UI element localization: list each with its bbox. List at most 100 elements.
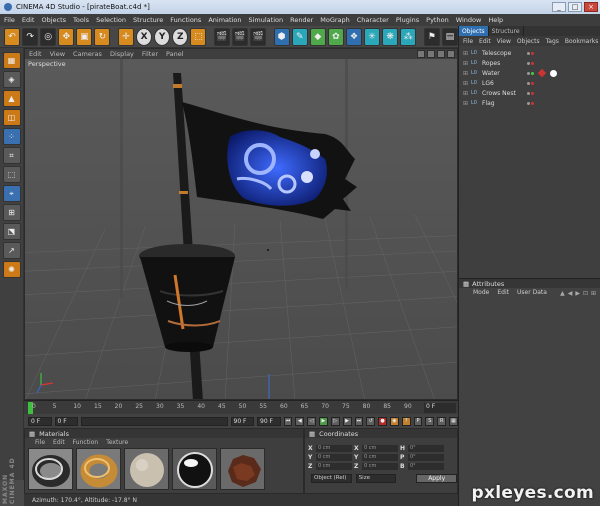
maximize-button[interactable]: □ (568, 2, 582, 12)
y-axis-icon[interactable]: Y (154, 27, 171, 46)
timeline-frame-field[interactable]: 0 F (424, 403, 456, 413)
menu-render[interactable]: Render (290, 16, 313, 24)
editor-visibility-dot[interactable] (527, 51, 530, 55)
lock-icon[interactable]: ⊡ (583, 290, 588, 297)
tab-objects[interactable]: Objects (459, 26, 489, 36)
objects-menu-tags[interactable]: Tags (546, 38, 559, 45)
hair-icon[interactable]: ⚑ (423, 27, 440, 46)
expand-icon[interactable]: ⊞ (463, 70, 468, 77)
menu-file[interactable]: File (4, 16, 15, 24)
material-chrome-ring[interactable] (28, 448, 73, 490)
next-frame-icon[interactable]: ▷ (330, 416, 340, 426)
menu-help[interactable]: Help (488, 16, 503, 24)
sculpt-icon[interactable]: ✺ (2, 261, 21, 278)
uv-mode-icon[interactable]: ⌖ (2, 185, 21, 202)
prev-frame-icon[interactable]: ◁ (307, 416, 317, 426)
size-field[interactable]: 0 cm (362, 454, 398, 461)
object-mode-icon[interactable]: ▲ (2, 90, 21, 107)
pan-icon[interactable] (417, 50, 425, 58)
render-visibility-dot[interactable] (531, 91, 534, 95)
visibility-dots[interactable] (527, 91, 534, 95)
goto-start-icon[interactable]: ⏮ (283, 416, 293, 426)
param-key-icon[interactable]: ▦ (449, 416, 458, 426)
visibility-dots[interactable] (527, 61, 534, 65)
objects-menu-bookmarks[interactable]: Bookmarks (565, 38, 599, 45)
cube-icon[interactable]: ⬢ (273, 27, 290, 46)
make-editable-icon[interactable]: ▦ (2, 52, 21, 69)
attributes-menu-user-data[interactable]: User Data (517, 289, 547, 296)
size-field[interactable]: 0 cm (362, 463, 398, 470)
close-button[interactable]: × (584, 2, 598, 12)
z-axis-icon[interactable]: Z (172, 27, 189, 46)
array-icon[interactable]: ✿ (327, 27, 344, 46)
materials-menu-edit[interactable]: Edit (53, 439, 65, 446)
materials-menu-function[interactable]: Function (73, 439, 99, 446)
render-visibility-dot[interactable] (531, 101, 534, 105)
editor-visibility-dot[interactable] (527, 61, 530, 65)
apply-button[interactable]: Apply (416, 474, 457, 483)
editor-visibility-dot[interactable] (527, 91, 530, 95)
workplane-icon[interactable]: ⬔ (2, 223, 21, 240)
rotation-field[interactable]: 0° (408, 445, 444, 452)
render-settings-icon[interactable]: 🎬 (250, 27, 267, 46)
prev-key-icon[interactable]: ◀ (295, 416, 305, 426)
materials-menu-file[interactable]: File (35, 439, 45, 446)
object-name[interactable]: LG6 (482, 80, 524, 87)
x-axis-icon[interactable]: X (136, 27, 153, 46)
expand-icon[interactable]: ⊞ (463, 80, 468, 87)
scale-icon[interactable]: ▣ (76, 27, 93, 46)
edges-mode-icon[interactable]: ⌗ (2, 147, 21, 164)
rotate-icon[interactable]: ↻ (94, 27, 111, 46)
autokey-icon[interactable]: ◉ (389, 416, 399, 426)
render-visibility-dot[interactable] (531, 51, 534, 55)
next-key-icon[interactable]: ▶ (342, 416, 352, 426)
menu-tools[interactable]: Tools (73, 16, 89, 24)
menu-mograph[interactable]: MoGraph (320, 16, 350, 24)
position-field[interactable]: 0 cm (316, 454, 352, 461)
texture-mode-icon[interactable]: ◫ (2, 109, 21, 126)
start-frame-field[interactable]: 0 F (28, 416, 52, 426)
nav-forward-icon[interactable]: ▶ (575, 290, 580, 297)
object-name[interactable]: Telescope (482, 50, 524, 57)
move-icon[interactable]: ✥ (58, 27, 75, 46)
editor-visibility-dot[interactable] (527, 81, 530, 85)
end-max-field[interactable]: 90 F (257, 416, 281, 426)
undo-icon[interactable]: ↶ (4, 27, 21, 46)
material-gold-ring[interactable] (76, 448, 121, 490)
render-visibility-dot[interactable] (531, 81, 534, 85)
object-name[interactable]: Water (482, 70, 524, 77)
position-key-icon[interactable]: P (413, 416, 423, 426)
minimize-button[interactable]: _ (552, 2, 566, 12)
record-icon[interactable]: ● (378, 416, 387, 426)
objects-menu-view[interactable]: View (497, 38, 511, 45)
size-mode-dropdown[interactable]: Size (355, 474, 397, 483)
play-icon[interactable]: ▶ (319, 416, 328, 426)
coord-mode-dropdown[interactable]: Object (Rel) (311, 474, 352, 483)
editor-visibility-dot[interactable] (527, 71, 530, 75)
menu-selection[interactable]: Selection (96, 16, 126, 24)
model-mode-icon[interactable]: ◈ (2, 71, 21, 88)
polygons-mode-icon[interactable]: ⬚ (2, 166, 21, 183)
new-manager-icon[interactable]: ⊞ (591, 290, 596, 297)
object-row[interactable]: ⊞ L0 Flag (459, 98, 600, 108)
viewport-menu-view[interactable]: View (50, 50, 65, 58)
visibility-dots[interactable] (527, 51, 534, 55)
object-row[interactable]: ⊞ L0 Crows Nest (459, 88, 600, 98)
render-visibility-dot[interactable] (531, 61, 534, 65)
menu-objects[interactable]: Objects (41, 16, 66, 24)
loop-icon[interactable]: ↺ (366, 416, 376, 426)
size-field[interactable]: 0 cm (362, 445, 398, 452)
render-view-icon[interactable]: 🎬 (213, 27, 230, 46)
orbit-icon[interactable] (437, 50, 445, 58)
viewport-menu-filter[interactable]: Filter (142, 50, 158, 58)
menu-window[interactable]: Window (456, 16, 482, 24)
viewport-menu-display[interactable]: Display (110, 50, 134, 58)
object-name[interactable]: Flag (482, 100, 524, 107)
points-mode-icon[interactable]: ⁘ (2, 128, 21, 145)
snap-icon[interactable]: ⊞ (2, 204, 21, 221)
object-row[interactable]: ⊞ L0 Telescope (459, 48, 600, 58)
coordinate-system-icon[interactable]: ⬚ (190, 27, 207, 46)
toggle-view-icon[interactable] (447, 50, 455, 58)
end-min-field[interactable]: 90 F (230, 416, 255, 426)
nav-back-icon[interactable]: ◀ (568, 290, 573, 297)
